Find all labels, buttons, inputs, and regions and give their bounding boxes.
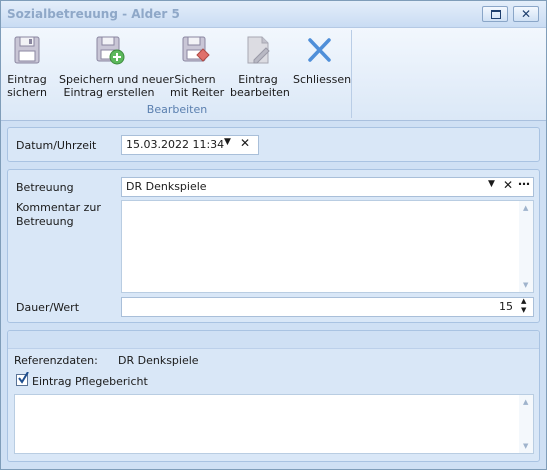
checkmark-icon <box>18 372 29 384</box>
ribbon-label: mit Reiter <box>170 86 225 99</box>
clear-icon[interactable]: ✕ <box>503 178 513 192</box>
scroll-down-icon[interactable]: ▼ <box>523 442 528 450</box>
dialog-window: Sozialbetreuung - Alder 5 ✕ Eintrag sich… <box>0 0 547 470</box>
close-window-button[interactable]: ✕ <box>513 6 539 22</box>
referenz-panel: Referenzdaten: DR Denkspiele Eintrag Pfl… <box>7 330 540 462</box>
save-new-icon <box>96 36 125 65</box>
betreuung-panel: Betreuung DR Denkspiele ▼ ✕ ⋯ Kommentar … <box>7 169 540 323</box>
pflegebericht-scrollbar[interactable]: ▲ ▼ <box>519 395 533 453</box>
dropdown-arrow-icon[interactable]: ▼ <box>224 137 231 147</box>
ribbon-label: Speichern und neuer <box>59 73 174 86</box>
speichern-neuer-button[interactable]: Speichern und neuer Eintrag erstellen <box>59 34 174 99</box>
referenz-header <box>8 331 539 349</box>
pflegebericht-checkbox[interactable] <box>16 372 29 386</box>
ribbon: Eintrag sichern Speichern und neuer Eint… <box>1 28 546 121</box>
betreuung-select[interactable]: DR Denkspiele ▼ ✕ ⋯ <box>121 177 534 197</box>
spin-up-icon[interactable]: ▲ <box>521 297 526 305</box>
scroll-up-icon[interactable]: ▲ <box>523 398 528 406</box>
referenz-value: DR Denkspiele <box>118 354 199 367</box>
datum-value: 15.03.2022 11:34 <box>126 138 225 151</box>
window-title: Sozialbetreuung - Alder 5 <box>7 7 180 21</box>
datum-label: Datum/Uhrzeit <box>16 139 97 152</box>
close-icon: ✕ <box>521 7 532 21</box>
dauer-label: Dauer/Wert <box>16 301 80 314</box>
title-bar: Sozialbetreuung - Alder 5 ✕ <box>1 1 546 28</box>
dauer-spinner[interactable]: 15 ▲ ▼ <box>121 297 534 317</box>
kommentar-label: Kommentar zur Betreuung <box>16 201 101 228</box>
ribbon-label: Sichern <box>174 73 216 86</box>
scroll-down-icon[interactable]: ▼ <box>523 281 528 289</box>
dropdown-arrow-icon[interactable]: ▼ <box>488 179 495 189</box>
ribbon-label: bearbeiten <box>230 86 290 99</box>
spin-down-icon[interactable]: ▼ <box>521 306 526 314</box>
betreuung-label: Betreuung <box>16 181 74 194</box>
betreuung-value: DR Denkspiele <box>126 180 207 193</box>
kommentar-scrollbar[interactable]: ▲ ▼ <box>519 201 533 292</box>
scroll-up-icon[interactable]: ▲ <box>523 204 528 212</box>
datum-panel: Datum/Uhrzeit 15.03.2022 11:34 ▼ ✕ <box>7 127 540 162</box>
edit-document-icon <box>247 36 270 64</box>
dauer-value: 15 <box>499 300 513 313</box>
ribbon-label: sichern <box>7 86 47 99</box>
ribbon-group-label: Bearbeiten <box>146 103 208 116</box>
ribbon-group-bearbeiten: Eintrag sichern Speichern und neuer Eint… <box>3 30 352 118</box>
ribbon-label: Schliessen <box>293 73 352 86</box>
clear-icon[interactable]: ✕ <box>240 136 250 150</box>
ribbon-label: Eintrag erstellen <box>63 86 155 99</box>
close-x-icon <box>308 38 331 62</box>
schliessen-button[interactable]: Schliessen <box>293 34 352 86</box>
restore-icon <box>491 10 501 19</box>
referenz-label: Referenzdaten: <box>14 354 98 367</box>
floppy-disk-icon <box>14 36 40 64</box>
datum-input[interactable]: 15.03.2022 11:34 ▼ ✕ <box>121 135 259 155</box>
restore-button[interactable] <box>482 6 508 22</box>
ribbon-label: Eintrag <box>7 73 47 86</box>
pflegebericht-textarea[interactable]: ▲ ▼ <box>14 394 534 454</box>
ribbon-label: Eintrag <box>238 73 278 86</box>
kommentar-textarea[interactable]: ▲ ▼ <box>121 200 534 293</box>
sichern-mit-reiter-button[interactable]: Sichern mit Reiter <box>170 34 225 99</box>
eintrag-bearbeiten-button[interactable]: Eintrag bearbeiten <box>230 34 290 99</box>
eintrag-sichern-button[interactable]: Eintrag sichern <box>7 34 47 99</box>
pflegebericht-label: Eintrag Pflegebericht <box>32 375 148 388</box>
more-options-icon[interactable]: ⋯ <box>518 177 530 191</box>
save-tab-icon <box>182 36 210 62</box>
